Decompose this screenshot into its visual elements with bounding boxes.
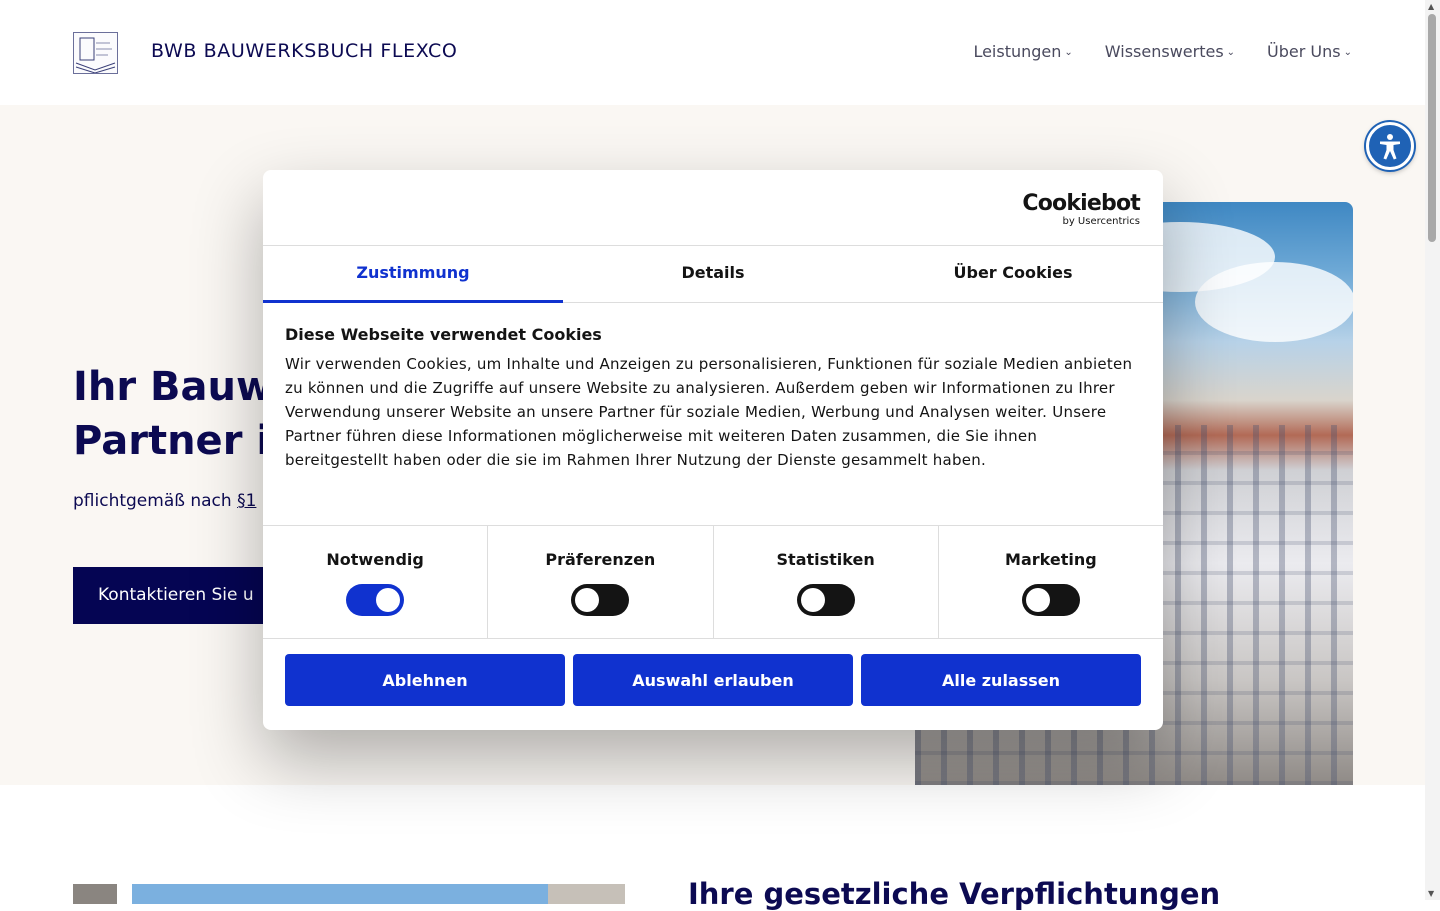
toggle-knob	[1025, 588, 1050, 612]
scroll-down-icon[interactable]: ▼	[1428, 889, 1434, 898]
toggle-knob	[376, 588, 401, 612]
toggle-knob	[800, 588, 825, 612]
nav-item-label: Über Uns	[1267, 42, 1341, 61]
nav-item-ueber-uns[interactable]: Über Uns ⌄	[1267, 42, 1352, 61]
chevron-down-icon: ⌄	[1064, 47, 1073, 58]
toggle-marketing[interactable]	[1021, 584, 1080, 616]
tab-ueber-cookies[interactable]: Über Cookies	[863, 246, 1163, 302]
accessibility-icon	[1380, 134, 1400, 160]
tab-zustimmung[interactable]: Zustimmung	[263, 246, 563, 303]
section-title: Ihre gesetzliche Verpflichtungen	[688, 877, 1221, 911]
nav-item-label: Wissenswertes	[1104, 42, 1224, 61]
scroll-up-icon[interactable]: ▲	[1428, 2, 1434, 11]
category-label: Marketing	[1005, 550, 1097, 569]
allow-all-button[interactable]: Alle zulassen	[861, 654, 1141, 706]
hero-subtitle: pflichtgemäß nach §1	[73, 491, 256, 511]
cookie-heading: Diese Webseite verwendet Cookies	[285, 325, 602, 344]
cookie-text: Wir verwenden Cookies, um Inhalte und An…	[285, 355, 1133, 469]
cookie-description: Diese Webseite verwendet Cookies Wir ver…	[285, 325, 1141, 472]
cookiebot-logo-byline: by Usercentrics	[1062, 216, 1140, 227]
cookie-buttons: Ablehnen Auswahl erlauben Alle zulassen	[285, 654, 1141, 706]
reject-button[interactable]: Ablehnen	[285, 654, 565, 706]
category-label: Statistiken	[776, 550, 875, 569]
allow-selection-button[interactable]: Auswahl erlauben	[573, 654, 853, 706]
brand-logo[interactable]	[73, 32, 118, 74]
toggle-knob	[575, 588, 600, 612]
brand-name[interactable]: BWB BAUWERKSBUCH FLEXCO	[151, 40, 457, 62]
cookie-consent-dialog: Cookiebot by Usercentrics Zustimmung Det…	[263, 170, 1163, 730]
page-scrollbar[interactable]: ▲ ▼	[1425, 0, 1440, 900]
hero-subtitle-text: pflichtgemäß nach	[73, 491, 238, 511]
cookiebot-logo-word: Cookiebot	[1022, 191, 1140, 216]
category-notwendig: Notwendig	[263, 526, 489, 638]
cloud-shape	[1195, 262, 1353, 342]
chevron-down-icon: ⌄	[1343, 47, 1352, 58]
chevron-down-icon: ⌄	[1226, 47, 1236, 58]
scroll-thumb[interactable]	[1428, 14, 1436, 242]
nav-item-leistungen[interactable]: Leistungen ⌄	[973, 42, 1072, 61]
nav-item-wissenswertes[interactable]: Wissenswertes ⌄	[1105, 42, 1235, 61]
site-header: BWB BAUWERKSBUCH FLEXCO Leistungen ⌄ Wis…	[0, 0, 1425, 105]
hero-subtitle-link[interactable]: §1	[237, 491, 256, 511]
toggle-praeferenzen[interactable]	[571, 584, 630, 616]
logo-graphic	[75, 37, 116, 74]
main-nav: Leistungen ⌄ Wissenswertes ⌄ Über Uns ⌄	[973, 42, 1352, 61]
category-label: Präferenzen	[545, 550, 656, 569]
category-praeferenzen: Präferenzen	[488, 526, 714, 638]
nav-item-label: Leistungen	[973, 42, 1062, 61]
toggle-notwendig[interactable]	[346, 584, 405, 616]
cookie-categories: Notwendig Präferenzen Statistiken Market…	[263, 525, 1163, 639]
category-marketing: Marketing	[939, 526, 1163, 638]
category-statistiken: Statistiken	[714, 526, 939, 638]
category-label: Notwendig	[326, 550, 424, 569]
cookie-tabs: Zustimmung Details Über Cookies	[263, 245, 1163, 303]
accessibility-button[interactable]	[1366, 122, 1414, 170]
toggle-statistiken[interactable]	[796, 584, 855, 616]
tab-details[interactable]: Details	[563, 246, 863, 302]
cookiebot-logo: Cookiebot by Usercentrics	[1022, 192, 1140, 228]
section-image	[73, 884, 625, 904]
